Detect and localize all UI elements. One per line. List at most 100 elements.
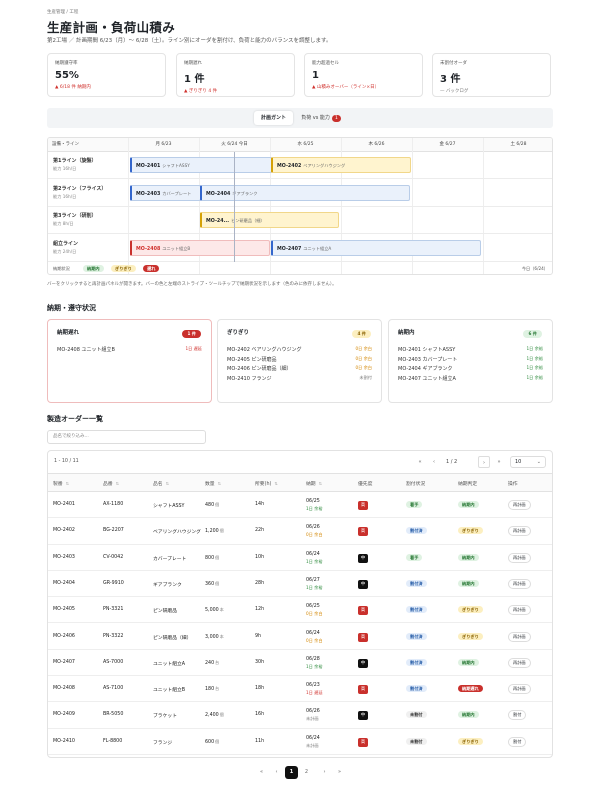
- gantt-row-label: 第3ライン（研削） 能力 8h/日: [53, 212, 96, 227]
- quantity-value: 600: [205, 739, 215, 745]
- search-input[interactable]: 品名で絞り込み...: [47, 430, 206, 444]
- column-header[interactable]: 製番 ⇅: [53, 480, 69, 487]
- status-item-slack: 0日 余白: [355, 346, 372, 351]
- column-header[interactable]: 品名 ⇅: [153, 480, 169, 487]
- status-item-label: MO-2408 ユニット組立B: [57, 347, 115, 353]
- order-id: MO-2401: [53, 502, 75, 507]
- quantity-unit: 個: [215, 502, 220, 507]
- quantity: 3,000本: [205, 634, 224, 640]
- status-item-slack: 0日 余白: [355, 355, 372, 361]
- next-page-icon[interactable]: ›: [318, 766, 331, 779]
- status-list-item[interactable]: MO-2403 カバープレート 1日 余裕: [398, 356, 543, 366]
- quantity-value: 3,000: [205, 634, 219, 640]
- status-list: MO-2408 ユニット組立B 1日 遅延: [57, 346, 202, 356]
- gantt-bar[interactable]: MO-2407 ユニット組立A: [271, 239, 481, 256]
- status-list-item[interactable]: MO-2406 ピン研磨品（細） 0日 余白: [227, 365, 372, 375]
- column-header[interactable]: 数量 ⇅: [205, 480, 221, 487]
- bar-order-id: MO-2407: [277, 246, 302, 252]
- kpi-label: 納期遵守率: [55, 61, 78, 66]
- column-header-label: 納期判定: [458, 482, 478, 487]
- due-date-value: 06/28: [306, 656, 320, 662]
- priority-badge: 中: [358, 553, 368, 563]
- priority-badge: 高: [358, 737, 368, 747]
- column-header[interactable]: 納期 ⇅: [306, 480, 322, 487]
- due-judgement-badge: 納期内: [458, 501, 479, 508]
- due-judgement-badge: ぎりぎり: [458, 527, 483, 535]
- kpi-label: 未割付オーダ: [440, 61, 467, 66]
- gantt-bar[interactable]: MO-2408 ユニット組立B: [130, 239, 270, 256]
- gantt-bar[interactable]: MO-24... ピン研磨品（細）: [200, 212, 339, 228]
- row-action-button[interactable]: 再計画: [508, 605, 531, 616]
- quantity-value: 480: [205, 503, 215, 508]
- status-item-slack: 1日 余裕: [526, 355, 543, 361]
- column-header-label: 数量: [205, 482, 215, 487]
- row-action-button[interactable]: 再計画: [508, 684, 531, 695]
- due-judgement: ぎりぎり: [458, 527, 483, 535]
- row-action-button[interactable]: 再計画: [508, 631, 531, 642]
- tab-gantt[interactable]: 計画ガント: [254, 111, 293, 125]
- status-item-slack: 1日 遅延: [185, 346, 202, 351]
- row-action-button[interactable]: 再計画: [508, 552, 531, 563]
- quantity: 600個: [205, 739, 219, 745]
- status-list-item[interactable]: MO-2407 ユニット組立A 1日 余裕: [398, 375, 543, 385]
- column-header: 納期判定: [458, 480, 477, 487]
- quantity: 2,400個: [205, 712, 224, 718]
- gantt-header: 設備・ライン 月 6/23 火 6/24 今日 水 6/25 木 6/26 金 6/27 土…: [48, 138, 552, 152]
- prev-page-icon[interactable]: ‹: [270, 766, 283, 779]
- status-list-item[interactable]: MO-2405 ピン研磨品 0日 余白: [227, 356, 372, 366]
- alloc-status-badge: 未割付: [406, 737, 427, 745]
- next-page-icon[interactable]: ›: [478, 456, 490, 468]
- line-name: 組立ライン: [53, 240, 79, 247]
- status-section-title: 納期・遵守状況: [47, 304, 96, 312]
- required-hours: 22h: [255, 528, 265, 534]
- status-list: MO-2401 シャフトASSY 1日 余裕 MO-2403 カバープレート 1日 余…: [398, 346, 543, 384]
- due-date: 06/24 0日 余白: [306, 630, 323, 644]
- last-page-icon[interactable]: »: [333, 766, 346, 779]
- alloc-status-badge: 割付済: [406, 632, 427, 640]
- status-list-item[interactable]: MO-2408 ユニット組立B 1日 遅延: [57, 346, 202, 356]
- line-name: 第1ライン（旋盤）: [53, 158, 97, 164]
- row-action-button[interactable]: 割付: [508, 736, 527, 747]
- page-button[interactable]: 1: [285, 766, 298, 779]
- column-header[interactable]: 所要(h) ⇅: [255, 480, 278, 487]
- alloc-status-badge: 割付済: [406, 527, 427, 535]
- alloc-status-badge: 割付済: [406, 685, 427, 693]
- gantt-bar[interactable]: MO-2404 ギアブランク: [200, 184, 410, 201]
- prev-page-icon[interactable]: ‹: [428, 456, 440, 468]
- gantt-bar[interactable]: MO-2402 ベアリングハウジング: [271, 157, 411, 173]
- table-row: MO-2401 AX-1180 シャフトASSY 480個 14h 06/25 1日 余裕 高…: [48, 492, 552, 519]
- alloc-status: 割付済: [406, 632, 427, 640]
- bar-part-name: ユニット組立B: [162, 245, 191, 251]
- order-id: MO-2407: [53, 659, 75, 665]
- legend-label: 納期状況: [53, 266, 70, 271]
- row-action-button[interactable]: 割付: [508, 710, 527, 721]
- due-judgement-badge: 納期内: [458, 553, 479, 561]
- status-list-item[interactable]: MO-2404 ギアブランク 1日 余裕: [398, 365, 543, 375]
- status-item-label: MO-2403 カバープレート: [398, 356, 458, 363]
- view-toggle: 計画ガント 負荷 vs 能力 1: [47, 108, 553, 128]
- column-header[interactable]: 品番 ⇅: [103, 480, 119, 487]
- status-list-item[interactable]: MO-2401 シャフトASSY 1日 余裕: [398, 346, 543, 356]
- first-page-icon[interactable]: «: [414, 456, 426, 468]
- row-action-button[interactable]: 再計画: [508, 578, 531, 589]
- last-page-icon[interactable]: »: [493, 456, 505, 468]
- tab-load[interactable]: 負荷 vs 能力 1: [297, 111, 345, 125]
- gantt-bar[interactable]: MO-2403 カバープレート: [130, 184, 201, 201]
- status-list-item[interactable]: MO-2410 フランジ 未割付: [227, 375, 372, 385]
- row-action-button[interactable]: 再計画: [508, 657, 531, 668]
- quantity-unit: 個: [219, 712, 224, 718]
- row-action-button[interactable]: 再計画: [508, 500, 531, 510]
- first-page-icon[interactable]: «: [255, 766, 268, 779]
- bar-part-name: カバープレート: [162, 190, 192, 196]
- due-date: 06/25 0日 余白: [306, 603, 323, 617]
- gantt-bar[interactable]: MO-2401 シャフトASSY: [130, 157, 272, 173]
- page-size-select[interactable]: 10 ⌄: [510, 456, 546, 468]
- due-judgement: 納期内: [458, 579, 479, 587]
- due-slack: 0日 余白: [306, 637, 323, 643]
- due-judgement: 納期遅れ: [458, 685, 483, 693]
- line-name: 第2ライン（フライス）: [53, 185, 107, 192]
- status-list-item[interactable]: MO-2402 ベアリングハウジング 0日 余白: [227, 346, 372, 356]
- priority-badge: 中: [358, 711, 368, 721]
- page-button[interactable]: 2: [300, 766, 313, 779]
- row-action-button[interactable]: 再計画: [508, 526, 531, 537]
